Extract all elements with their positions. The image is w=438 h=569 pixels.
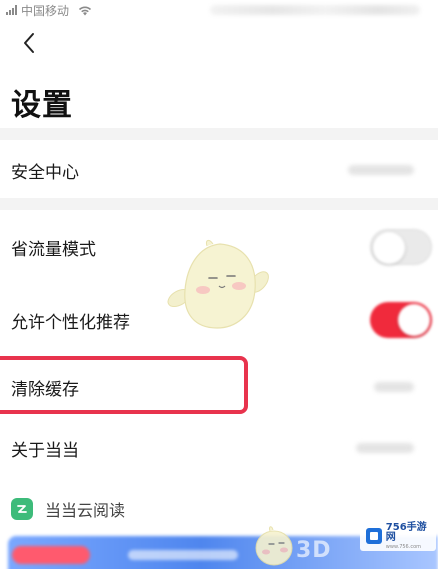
back-button[interactable] [14, 28, 44, 58]
section-separator [0, 198, 438, 210]
cloud-reading-label: 当当云阅读 [45, 501, 126, 520]
toggle-knob [398, 304, 430, 336]
site-logo-icon [366, 528, 382, 544]
promo-text-blurred [128, 550, 238, 560]
status-bar: 中国移动 [0, 0, 438, 20]
wifi-icon [78, 6, 92, 16]
personalized-recommendation-toggle[interactable] [370, 302, 432, 338]
site-url: www.756.com [385, 543, 422, 550]
settings-row-about[interactable]: 关于当当 [0, 418, 438, 478]
mascot-watermark-small-icon [255, 526, 293, 566]
promo-tag [12, 546, 90, 564]
toggle-knob [373, 232, 405, 264]
settings-row-label: 关于当当 [11, 440, 79, 461]
settings-row-label: 允许个性化推荐 [11, 312, 130, 333]
cloud-reading-app-icon [11, 498, 33, 520]
site-watermark-badge: 756手游网 www.756.com [360, 521, 436, 551]
section-separator [0, 128, 438, 140]
app-version-value-blurred [356, 443, 414, 453]
settings-row-label: 安全中心 [11, 162, 79, 183]
data-saver-toggle[interactable] [370, 229, 432, 265]
page-title: 设置 [11, 88, 73, 123]
site-watermark-text: 756手游网 www.756.com [385, 521, 436, 550]
chevron-left-icon [24, 33, 34, 53]
carrier-name: 中国移动 [21, 3, 70, 18]
mascot-watermark-icon [167, 239, 269, 329]
settings-row-security-center[interactable]: 安全中心 [0, 140, 438, 200]
cloud-reading-entry[interactable]: 当当云阅读 [11, 494, 125, 524]
signal-icon [6, 5, 17, 15]
cache-size-value-blurred [374, 382, 414, 392]
clear-cache-highlight-box [0, 356, 248, 414]
watermark-3d-text: 3D [296, 538, 332, 563]
site-name: 756手游网 [385, 521, 427, 543]
security-center-value-blurred [348, 165, 414, 175]
settings-row-label: 省流量模式 [11, 239, 96, 260]
status-bar-info-blurred [210, 5, 420, 15]
